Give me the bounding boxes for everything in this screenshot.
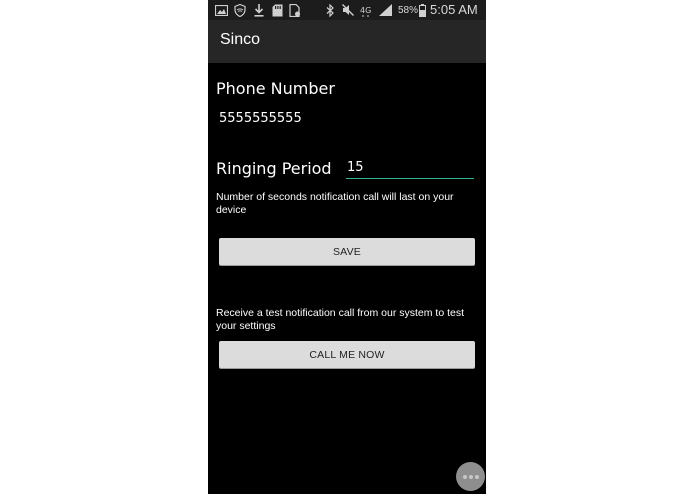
- settings-form: Phone Number 5555555555 Ringing Period N…: [208, 63, 486, 494]
- overflow-dot-icon: [474, 474, 479, 479]
- overflow-dot-icon: [462, 474, 467, 479]
- call-me-now-button[interactable]: CALL ME NOW: [219, 341, 475, 368]
- mute-icon: [341, 3, 354, 17]
- phone-number-value: 5555555555: [219, 111, 302, 126]
- save-button[interactable]: SAVE: [219, 238, 475, 265]
- battery-percent: 58%: [398, 5, 419, 16]
- ringing-period-hint: Number of seconds notification call will…: [216, 191, 454, 216]
- app-title: Sinco: [220, 31, 261, 48]
- test-call-hint: Receive a test notification call from ou…: [216, 307, 465, 332]
- overflow-menu-button[interactable]: [456, 462, 485, 491]
- sd-card-icon: [270, 3, 284, 17]
- file-icon: [288, 3, 302, 17]
- signal-icon: [378, 3, 392, 17]
- download-icon: [253, 3, 265, 17]
- phone-number-label: Phone Number: [216, 79, 335, 98]
- phone-screen: 4G 58% 5:05 AM Sinco Phone Number 555555…: [208, 0, 486, 494]
- clock: 5:05 AM: [430, 2, 478, 17]
- ringing-period-label: Ringing Period: [216, 159, 332, 178]
- svg-text:4G: 4G: [360, 6, 371, 15]
- shield-icon: [233, 3, 247, 17]
- data-4g-icon: 4G: [359, 3, 372, 17]
- image-icon: [214, 3, 228, 17]
- battery-icon: [418, 3, 426, 17]
- status-bar: 4G 58% 5:05 AM: [208, 0, 486, 20]
- overflow-dot-icon: [468, 474, 473, 479]
- ringing-period-input[interactable]: [346, 157, 474, 179]
- bluetooth-icon: [325, 3, 335, 17]
- action-bar: Sinco: [208, 20, 486, 63]
